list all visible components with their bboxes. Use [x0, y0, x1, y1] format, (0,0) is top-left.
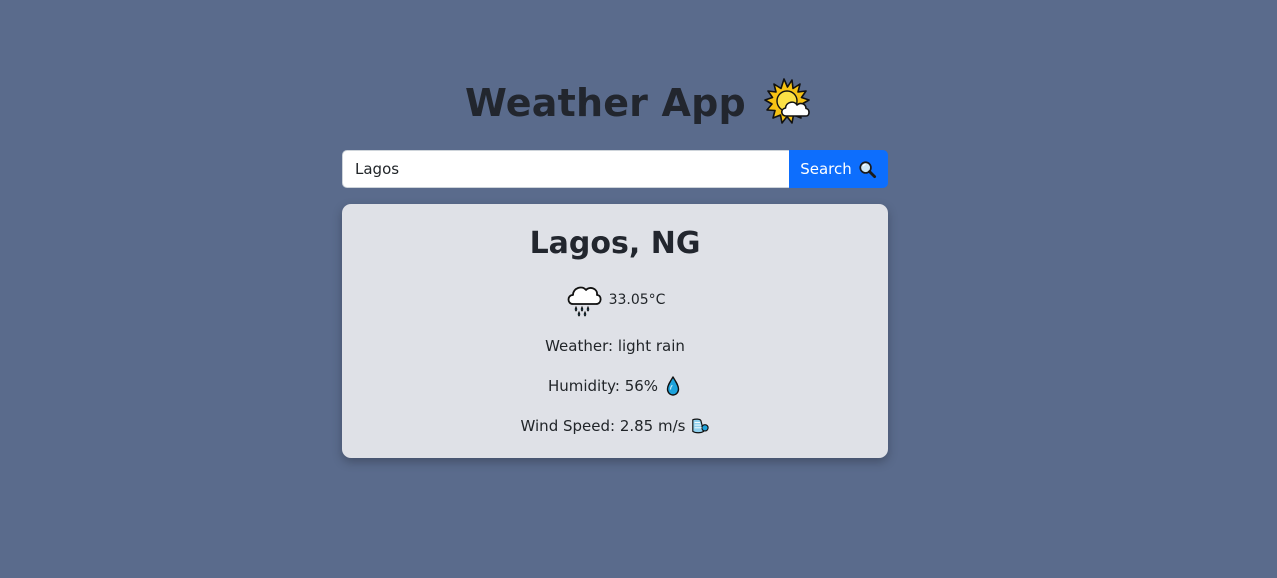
- humidity-line: Humidity: 56%: [342, 376, 888, 396]
- magnifier-icon: [858, 160, 877, 179]
- sun-behind-cloud-icon: [762, 78, 812, 128]
- wind-speed-line: Wind Speed: 2.85 m/s: [342, 416, 888, 436]
- weather-description: Weather: light rain: [342, 337, 888, 355]
- search-input[interactable]: [342, 150, 789, 188]
- app-header: Weather App: [0, 78, 1277, 128]
- city-name: Lagos, NG: [529, 226, 701, 261]
- droplet-icon: [664, 376, 682, 396]
- search-bar: Search: [342, 150, 888, 188]
- temperature-value: 33.05°C: [608, 292, 666, 308]
- search-button-label: Search: [800, 160, 852, 178]
- search-button[interactable]: Search: [789, 150, 888, 188]
- humidity-text: Humidity: 56%: [547, 377, 659, 395]
- temperature-row: 33.05°C: [342, 282, 888, 318]
- wind-icon: [691, 416, 710, 436]
- wind-speed-text: Wind Speed: 2.85 m/s: [520, 417, 686, 435]
- page-title: Weather App: [465, 81, 746, 125]
- cloud-with-rain-icon: [565, 282, 603, 318]
- weather-card: Lagos, NG 33.05°C Weather: light rain Hu…: [342, 204, 888, 458]
- weather-description-text: Weather: light rain: [545, 337, 685, 355]
